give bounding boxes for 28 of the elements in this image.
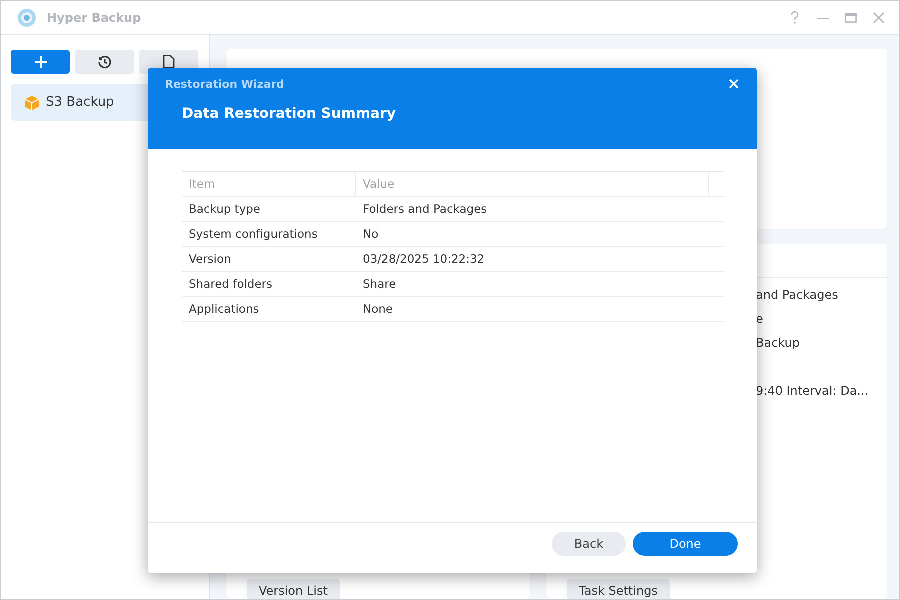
back-button[interactable]: Back [552,532,626,556]
app-logo-icon [17,8,37,28]
done-button[interactable]: Done [633,532,738,556]
table-cell-text: None [362,301,394,318]
table-cell-text: Shared folders [188,276,274,293]
document-icon [162,55,174,69]
version-list-button[interactable]: Version List [247,579,340,599]
table-cell-text: Folders and Packages [362,201,488,218]
window-title: Hyper Backup [47,10,142,24]
table-cell-text: Backup type [188,201,262,218]
detail-text: and Packages [756,288,838,302]
table-cell-text: Share [362,276,398,293]
detail-text: e [756,312,764,326]
table-cell-text: System configurations [188,226,319,243]
table-cell-text: 03/28/2025 10:22:32 [362,251,486,268]
column-header: Value [356,172,709,196]
table-cell-text: Version [188,251,232,268]
plus-icon [34,56,46,68]
add-button[interactable] [11,50,70,74]
detail-text: 9:40 Interval: Da... [756,384,869,398]
history-icon [98,55,112,69]
detail-text: Backup [756,336,800,350]
restore-button[interactable] [75,50,134,74]
table-cell-text: No [362,226,380,243]
column-header: Item [182,172,356,196]
table-cell-text: Applications [188,301,260,318]
cube-icon [24,94,40,110]
task-settings-button[interactable]: Task Settings [567,579,670,599]
